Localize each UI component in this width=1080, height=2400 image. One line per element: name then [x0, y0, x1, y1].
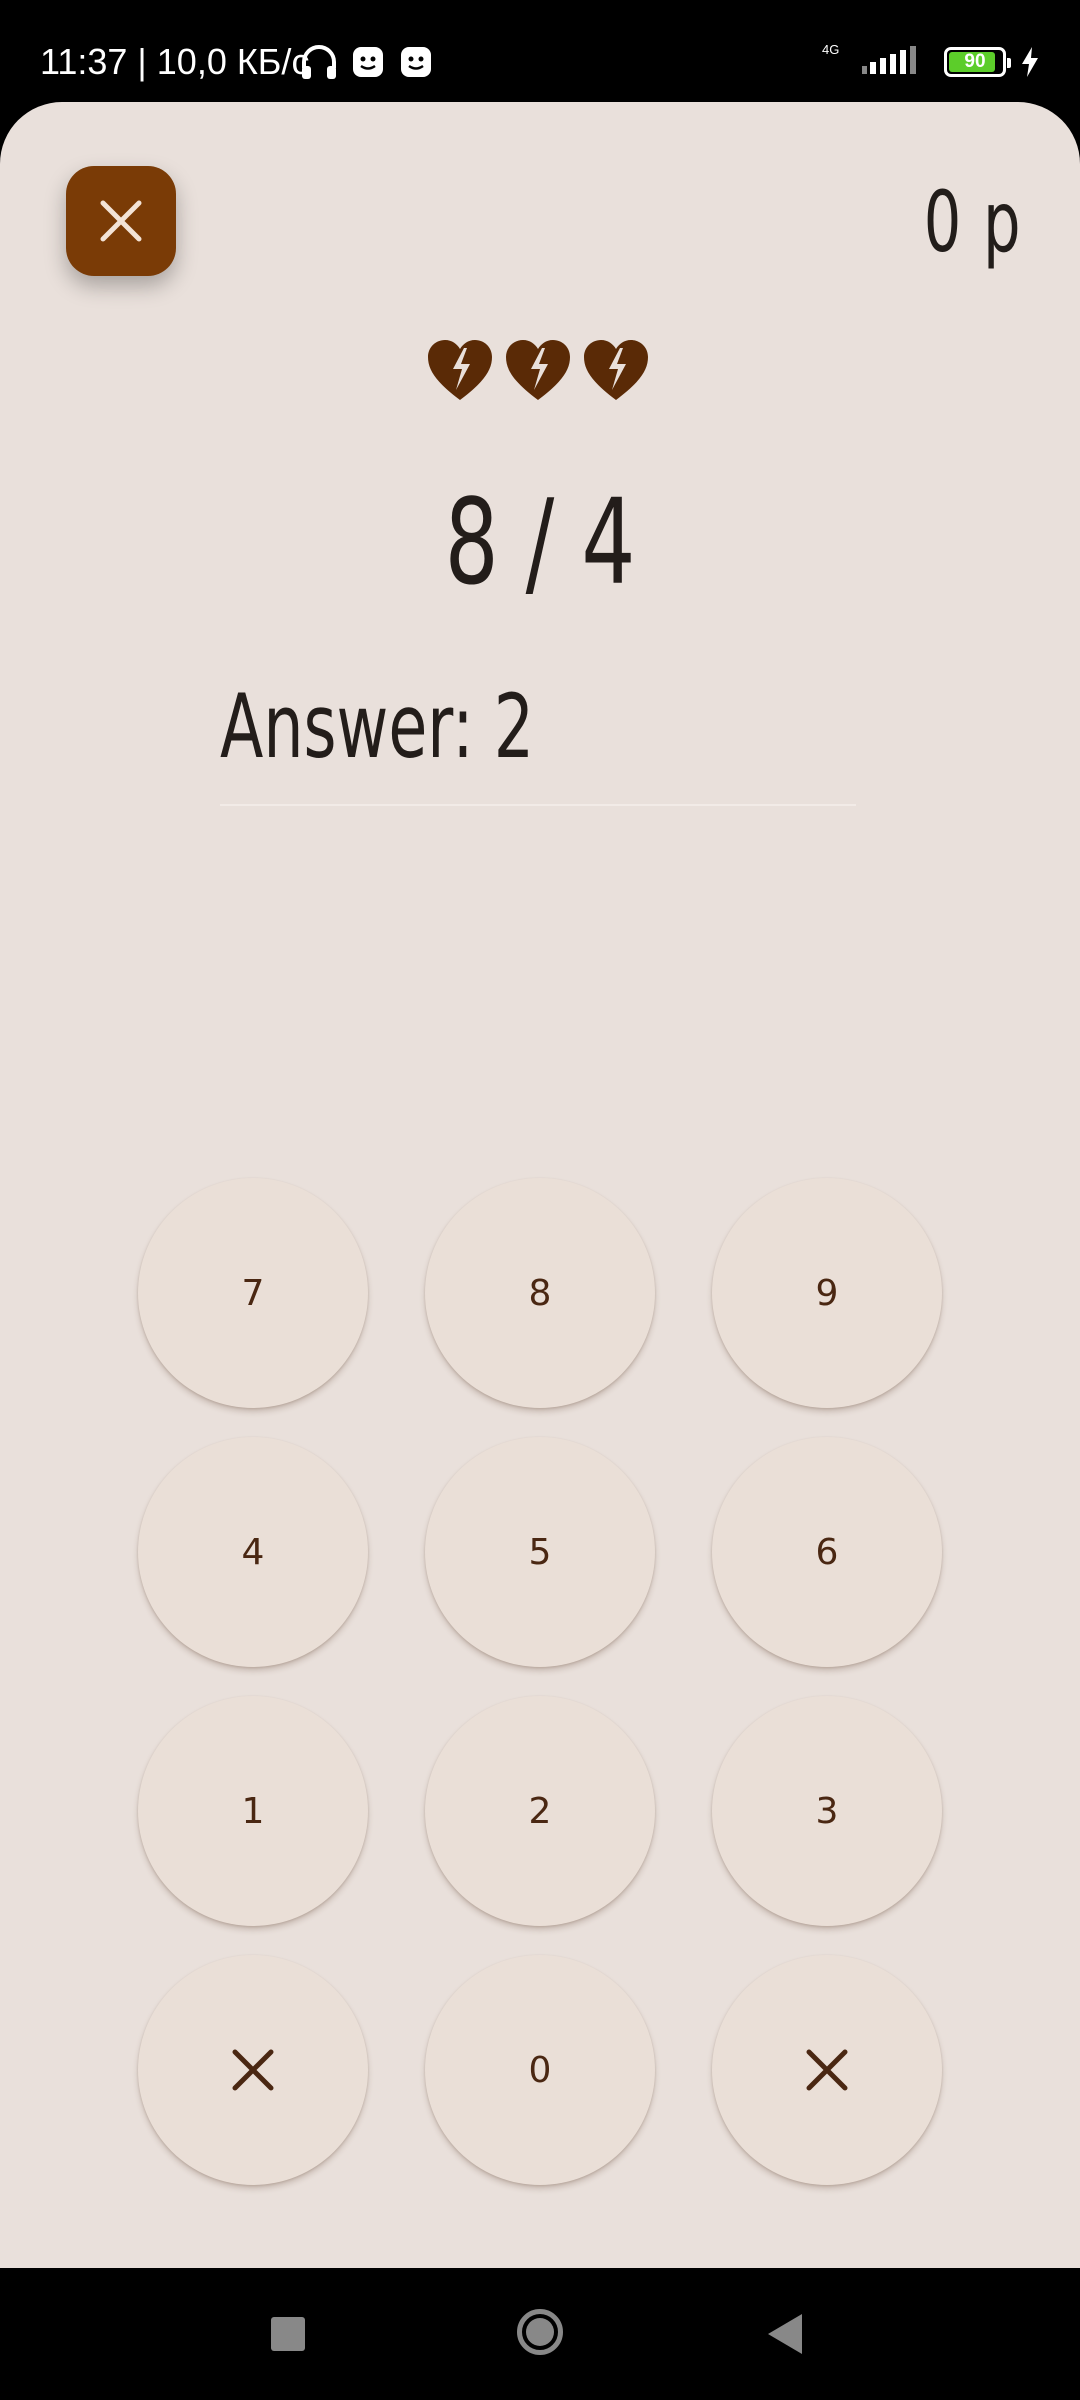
number-keypad: 7 8 9 4 5 6 1 2 3 0: [138, 1178, 942, 2188]
lives-indicator: [426, 338, 650, 402]
game-screen: 0 p 8 / 4 Answer: 2 7 8 9 4 5 6 1 2 3 0: [0, 102, 1080, 2268]
key-2[interactable]: 2: [425, 1696, 655, 1926]
key-1[interactable]: 1: [138, 1696, 368, 1926]
battery-percent: 90: [964, 51, 986, 72]
key-9[interactable]: 9: [712, 1178, 942, 1408]
app-notification-icon: [401, 47, 431, 77]
broken-heart-icon: [506, 340, 570, 400]
answer-text: Answer: 2: [220, 675, 535, 778]
headphones-icon: [302, 45, 336, 79]
battery-icon: 90: [944, 47, 1011, 77]
system-icons: 4G 90: [822, 42, 1040, 82]
notification-icons: [300, 42, 434, 82]
delete-key[interactable]: [712, 1955, 942, 2185]
math-problem: 8 / 4: [444, 473, 636, 611]
signal-group: 4G: [822, 42, 930, 80]
signal-icon: [862, 46, 916, 74]
answer-underline: [220, 804, 856, 806]
status-time: 11:37 | 10,0 КБ/с: [40, 41, 310, 82]
clear-key[interactable]: [138, 1955, 368, 2185]
answer-field[interactable]: Answer: 2: [220, 672, 856, 806]
network-type-label: 4G: [822, 42, 840, 57]
key-8[interactable]: 8: [425, 1178, 655, 1408]
navigation-bar: [0, 2268, 1080, 2400]
broken-heart-icon: [428, 340, 492, 400]
broken-heart-icon: [584, 340, 648, 400]
home-button[interactable]: [517, 2309, 563, 2355]
charging-icon: [1022, 47, 1038, 77]
close-icon: [100, 200, 142, 242]
app-notification-icon: [353, 47, 383, 77]
key-7[interactable]: 7: [138, 1178, 368, 1408]
score-label: 0 p: [923, 173, 1022, 271]
key-6[interactable]: 6: [712, 1437, 942, 1667]
key-4[interactable]: 4: [138, 1437, 368, 1667]
status-bar: 11:37 | 10,0 КБ/с 4G 90: [0, 0, 1080, 102]
clear-icon: [232, 2049, 274, 2091]
key-5[interactable]: 5: [425, 1437, 655, 1667]
key-0[interactable]: 0: [425, 1955, 655, 2185]
close-button[interactable]: [66, 166, 176, 276]
back-button[interactable]: [768, 2314, 802, 2354]
recents-button[interactable]: [271, 2317, 305, 2351]
key-3[interactable]: 3: [712, 1696, 942, 1926]
delete-icon: [806, 2049, 848, 2091]
